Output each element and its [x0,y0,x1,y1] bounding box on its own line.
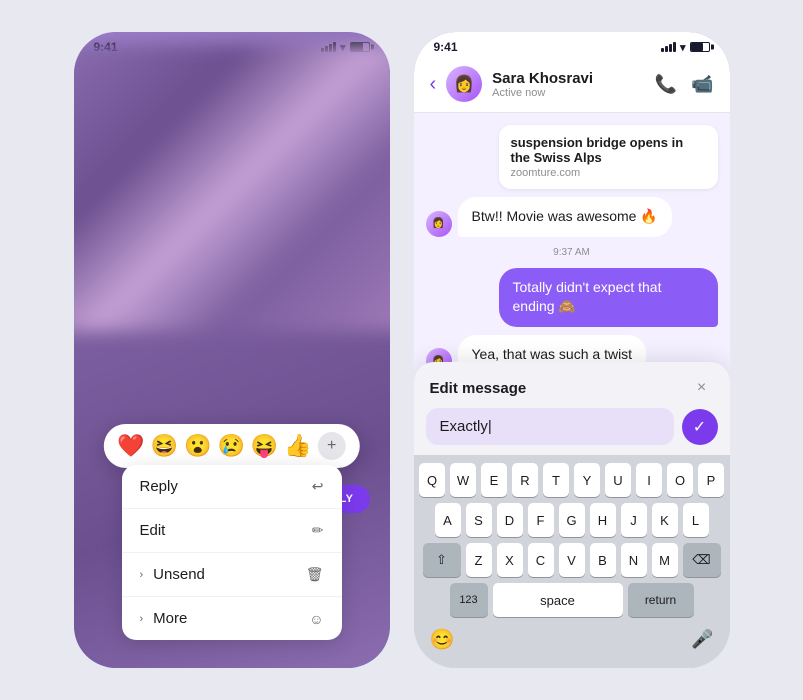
delete-key[interactable]: ⌫ [683,543,721,577]
key-w[interactable]: W [450,463,476,497]
space-key[interactable]: space [493,583,623,617]
contact-name: Sara Khosravi [492,70,644,87]
shift-key[interactable]: ⇧ [423,543,461,577]
wifi-icon-right: ▾ [680,41,686,54]
more-arrow: › [140,613,144,625]
key-t[interactable]: T [543,463,569,497]
link-title: suspension bridge opens in the Swiss Alp… [511,135,706,165]
message-text-outgoing: Totally didn't expect that ending 🙈 [513,279,662,315]
message-bubble-outgoing: Totally didn't expect that ending 🙈 [499,268,718,327]
menu-label-edit: Edit [140,522,166,539]
contact-status: Active now [492,87,644,99]
context-menu: Reply ↩ Edit ✏ › Unsend 🗑 › More ☺ [122,465,342,640]
more-icon: ☺ [309,611,323,627]
edit-header: Edit message × [414,362,730,408]
emoji-heart[interactable]: ❤️ [117,433,144,459]
emoji-cry[interactable]: 😢 [218,433,245,459]
key-v[interactable]: V [559,543,585,577]
status-bar-right: 9:41 ▾ [414,32,730,58]
keyboard-row-1: Q W E R T Y U I O P [418,463,726,497]
menu-item-edit[interactable]: Edit ✏ [122,509,342,553]
return-key[interactable]: return [628,583,694,617]
key-b[interactable]: B [590,543,616,577]
checkmark-icon: ✓ [693,417,706,437]
contact-info: Sara Khosravi Active now [492,70,644,99]
edit-input-row: ✓ [414,408,730,455]
key-n[interactable]: N [621,543,647,577]
key-m[interactable]: M [652,543,678,577]
edit-send-button[interactable]: ✓ [682,409,718,445]
menu-label-more: More [153,610,187,627]
menu-label-reply: Reply [140,478,178,495]
link-url: zoomture.com [511,167,706,179]
emoji-plus-button[interactable]: + [318,432,346,460]
emoji-thumbs[interactable]: 👍 [284,433,311,459]
incoming-message-1: 👩 Btw!! Movie was awesome 🔥 [426,197,718,237]
edit-title: Edit message [430,380,527,397]
keyboard[interactable]: Q W E R T Y U I O P A S D F G [414,455,730,668]
unsend-arrow: › [140,569,144,581]
key-k[interactable]: K [652,503,678,537]
edit-panel: Edit message × ✓ Q W E R T Y U [414,362,730,668]
chat-header: ‹ 👩 Sara Khosravi Active now 📞 📹 [414,58,730,113]
close-button[interactable]: × [690,376,714,400]
right-phone: 9:41 ▾ ‹ 👩 Sara Khosravi [412,30,732,670]
key-j[interactable]: J [621,503,647,537]
edit-icon: ✏ [312,522,324,539]
key-d[interactable]: D [497,503,523,537]
keyboard-bottom-row: 😊 🎤 [418,623,726,660]
trash-icon: 🗑 [306,566,324,583]
message-text-2: Yea, that was such a twist [472,346,633,362]
emoji-bar[interactable]: ❤️ 😆 😮 😢 😝 👍 + [103,424,359,468]
emoji-key[interactable]: 😊 [422,623,463,656]
edit-input-field[interactable] [426,408,674,445]
link-preview-message: suspension bridge opens in the Swiss Alp… [499,125,718,189]
signal-bars-right [661,42,676,52]
key-u[interactable]: U [605,463,631,497]
emoji-laugh[interactable]: 😆 [151,433,178,459]
contact-avatar: 👩 [446,66,482,102]
small-avatar-1: 👩 [426,211,452,237]
header-actions: 📞 📹 [655,74,714,95]
key-x[interactable]: X [497,543,523,577]
back-button[interactable]: ‹ [430,73,437,96]
key-o[interactable]: O [667,463,693,497]
keyboard-row-3: ⇧ Z X C V B N M ⌫ [418,543,726,577]
message-bubble-incoming-1: Btw!! Movie was awesome 🔥 [458,197,672,237]
key-z[interactable]: Z [466,543,492,577]
battery-icon-right [690,42,710,52]
key-q[interactable]: Q [419,463,445,497]
phone-icon[interactable]: 📞 [655,74,677,95]
reply-icon: ↩ [312,478,324,495]
key-a[interactable]: A [435,503,461,537]
menu-label-unsend: Unsend [153,566,205,583]
keyboard-row-4: 123 space return [418,583,726,617]
microphone-key[interactable]: 🎤 [683,625,721,654]
key-i[interactable]: I [636,463,662,497]
key-s[interactable]: S [466,503,492,537]
key-h[interactable]: H [590,503,616,537]
key-p[interactable]: P [698,463,724,497]
blurred-photo [74,45,390,331]
key-l[interactable]: L [683,503,709,537]
message-text-1: Btw!! Movie was awesome 🔥 [472,208,658,224]
emoji-tongue[interactable]: 😝 [251,433,278,459]
key-r[interactable]: R [512,463,538,497]
video-icon[interactable]: 📹 [691,74,713,95]
key-f[interactable]: F [528,503,554,537]
menu-item-reply[interactable]: Reply ↩ [122,465,342,509]
key-c[interactable]: C [528,543,554,577]
time-right: 9:41 [434,40,458,54]
emoji-wow[interactable]: 😮 [184,433,211,459]
left-phone: 9:41 ▾ ❤️ 😆 😮 😢 😝 👍 [72,30,392,670]
keyboard-row-2: A S D F G H J K L [418,503,726,537]
numbers-key[interactable]: 123 [450,583,488,617]
key-y[interactable]: Y [574,463,600,497]
message-time: 9:37 AM [426,247,718,258]
menu-item-unsend[interactable]: › Unsend 🗑 [122,553,342,597]
key-e[interactable]: E [481,463,507,497]
menu-item-more[interactable]: › More ☺ [122,597,342,640]
key-g[interactable]: G [559,503,585,537]
